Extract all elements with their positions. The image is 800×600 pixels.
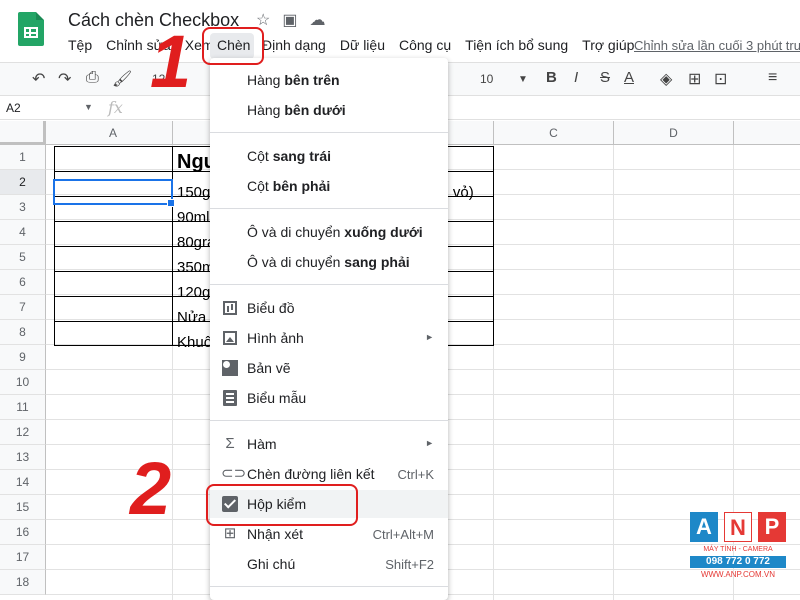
- column-header-c[interactable]: C: [494, 121, 614, 145]
- row-header-4[interactable]: 4: [0, 220, 46, 245]
- row-header-1[interactable]: 1: [0, 145, 46, 170]
- menu-item-note[interactable]: Ghi chú Shift+F2: [210, 550, 448, 578]
- annotation-highlight-insert-menu: [202, 27, 264, 65]
- annotation-step-2: 2: [130, 447, 172, 530]
- row-header-11[interactable]: 11: [0, 395, 46, 420]
- app-header: Cách chèn Checkbox ☆ ▣ ☁ Tệp Chỉnh sửa X…: [0, 0, 800, 60]
- cell-b2[interactable]: 150g: [177, 184, 210, 201]
- column-header-d[interactable]: D: [614, 121, 734, 145]
- cell-b8[interactable]: Khuô: [177, 334, 212, 351]
- sheets-logo-icon[interactable]: [18, 12, 44, 46]
- cell-b6[interactable]: 120g: [177, 284, 210, 301]
- row-header-18[interactable]: 18: [0, 570, 46, 595]
- redo-icon[interactable]: ↷: [58, 69, 71, 89]
- menu-item-column-left[interactable]: Cột sang trái: [210, 142, 448, 170]
- row-header-7[interactable]: 7: [0, 295, 46, 320]
- menu-item-row-above[interactable]: Hàng bên trên: [210, 66, 448, 94]
- submenu-arrow-icon: ►: [425, 332, 434, 342]
- row-header-14[interactable]: 14: [0, 470, 46, 495]
- fx-icon: fx: [108, 98, 123, 117]
- row-header-5[interactable]: 5: [0, 245, 46, 270]
- bold-icon[interactable]: B: [546, 69, 557, 86]
- menu-help[interactable]: Trợ giúp: [582, 37, 634, 53]
- menu-format[interactable]: Định dạng: [262, 37, 326, 53]
- row-header-17[interactable]: 17: [0, 545, 46, 570]
- menu-item-cells-shift-right[interactable]: Ô và di chuyển sang phải: [210, 248, 448, 276]
- drawing-icon: [221, 359, 239, 377]
- row-header-15[interactable]: 15: [0, 495, 46, 520]
- menu-bar-right: Định dạng Dữ liệu Công cụ Tiện ích bổ su…: [262, 37, 648, 53]
- row-header-12[interactable]: 12: [0, 420, 46, 445]
- cell-b3[interactable]: 90ml: [177, 209, 210, 226]
- menu-item-chart[interactable]: Biểu đồ: [210, 294, 448, 322]
- merge-cells-icon[interactable]: ⊡: [714, 69, 727, 89]
- print-icon[interactable]: ⎙: [86, 69, 99, 87]
- annotation-step-1: 1: [150, 20, 192, 103]
- anp-watermark-logo: A N P MÁY TÍNH - CAMERA 098 772 0 772 WW…: [688, 512, 788, 582]
- menu-item-function[interactable]: Σ Hàm ►: [210, 430, 448, 458]
- select-all-corner[interactable]: [0, 121, 46, 145]
- row-header-10[interactable]: 10: [0, 370, 46, 395]
- row-header-2[interactable]: 2: [0, 170, 46, 195]
- name-box-dropdown-icon[interactable]: ▼: [84, 102, 93, 112]
- submenu-arrow-icon: ►: [425, 438, 434, 448]
- align-icon[interactable]: ≡: [768, 69, 777, 87]
- sigma-icon: Σ: [225, 435, 235, 452]
- menu-tools[interactable]: Công cụ: [399, 37, 451, 53]
- cell-b7[interactable]: Nửa: [177, 309, 206, 326]
- text-color-icon[interactable]: A: [624, 69, 634, 86]
- menu-item-row-below[interactable]: Hàng bên dưới: [210, 96, 448, 124]
- last-edit-link[interactable]: Chỉnh sửa lần cuối 3 phút trước: [634, 38, 800, 53]
- selected-cell-a2[interactable]: [53, 179, 175, 207]
- form-icon: [221, 389, 239, 407]
- italic-icon[interactable]: I: [574, 69, 578, 86]
- annotation-highlight-checkbox: [206, 484, 358, 526]
- name-box[interactable]: A2: [6, 101, 21, 115]
- chart-icon: [221, 299, 239, 317]
- menu-item-cells-shift-down[interactable]: Ô và di chuyển xuống dưới: [210, 218, 448, 246]
- menu-data[interactable]: Dữ liệu: [340, 37, 385, 53]
- row-header-6[interactable]: 6: [0, 270, 46, 295]
- fill-color-icon[interactable]: ◈: [660, 69, 672, 89]
- menu-addons[interactable]: Tiện ích bổ sung: [465, 37, 568, 53]
- link-icon: ⊂⊃: [221, 465, 247, 482]
- menu-item-column-right[interactable]: Cột bên phải: [210, 172, 448, 200]
- row-header-13[interactable]: 13: [0, 445, 46, 470]
- row-header-3[interactable]: 3: [0, 195, 46, 220]
- row-header-9[interactable]: 9: [0, 345, 46, 370]
- add-comment-icon: ⊞: [223, 525, 237, 542]
- title-icons: ☆ ▣ ☁: [256, 10, 325, 30]
- borders-icon[interactable]: ⊞: [688, 69, 701, 89]
- paint-format-icon[interactable]: 🖌: [112, 69, 132, 89]
- menu-item-form[interactable]: Biểu mẫu: [210, 384, 448, 412]
- column-header-a[interactable]: A: [54, 121, 173, 145]
- cloud-status-icon[interactable]: ☁: [309, 10, 325, 30]
- menu-file[interactable]: Tệp: [68, 37, 92, 53]
- row-header-8[interactable]: 8: [0, 320, 46, 345]
- row-header-16[interactable]: 16: [0, 520, 46, 545]
- font-size-select[interactable]: 10: [480, 72, 493, 86]
- image-icon: [221, 329, 239, 347]
- cell-b5[interactable]: 350m: [177, 259, 215, 276]
- chevron-down-icon[interactable]: ▼: [518, 74, 528, 85]
- move-folder-icon[interactable]: ▣: [282, 10, 297, 30]
- menu-item-image[interactable]: Hình ảnh ►: [210, 324, 448, 352]
- menu-item-drawing[interactable]: Bản vẽ: [210, 354, 448, 382]
- strikethrough-icon[interactable]: S: [600, 69, 610, 86]
- undo-icon[interactable]: ↶: [32, 69, 45, 89]
